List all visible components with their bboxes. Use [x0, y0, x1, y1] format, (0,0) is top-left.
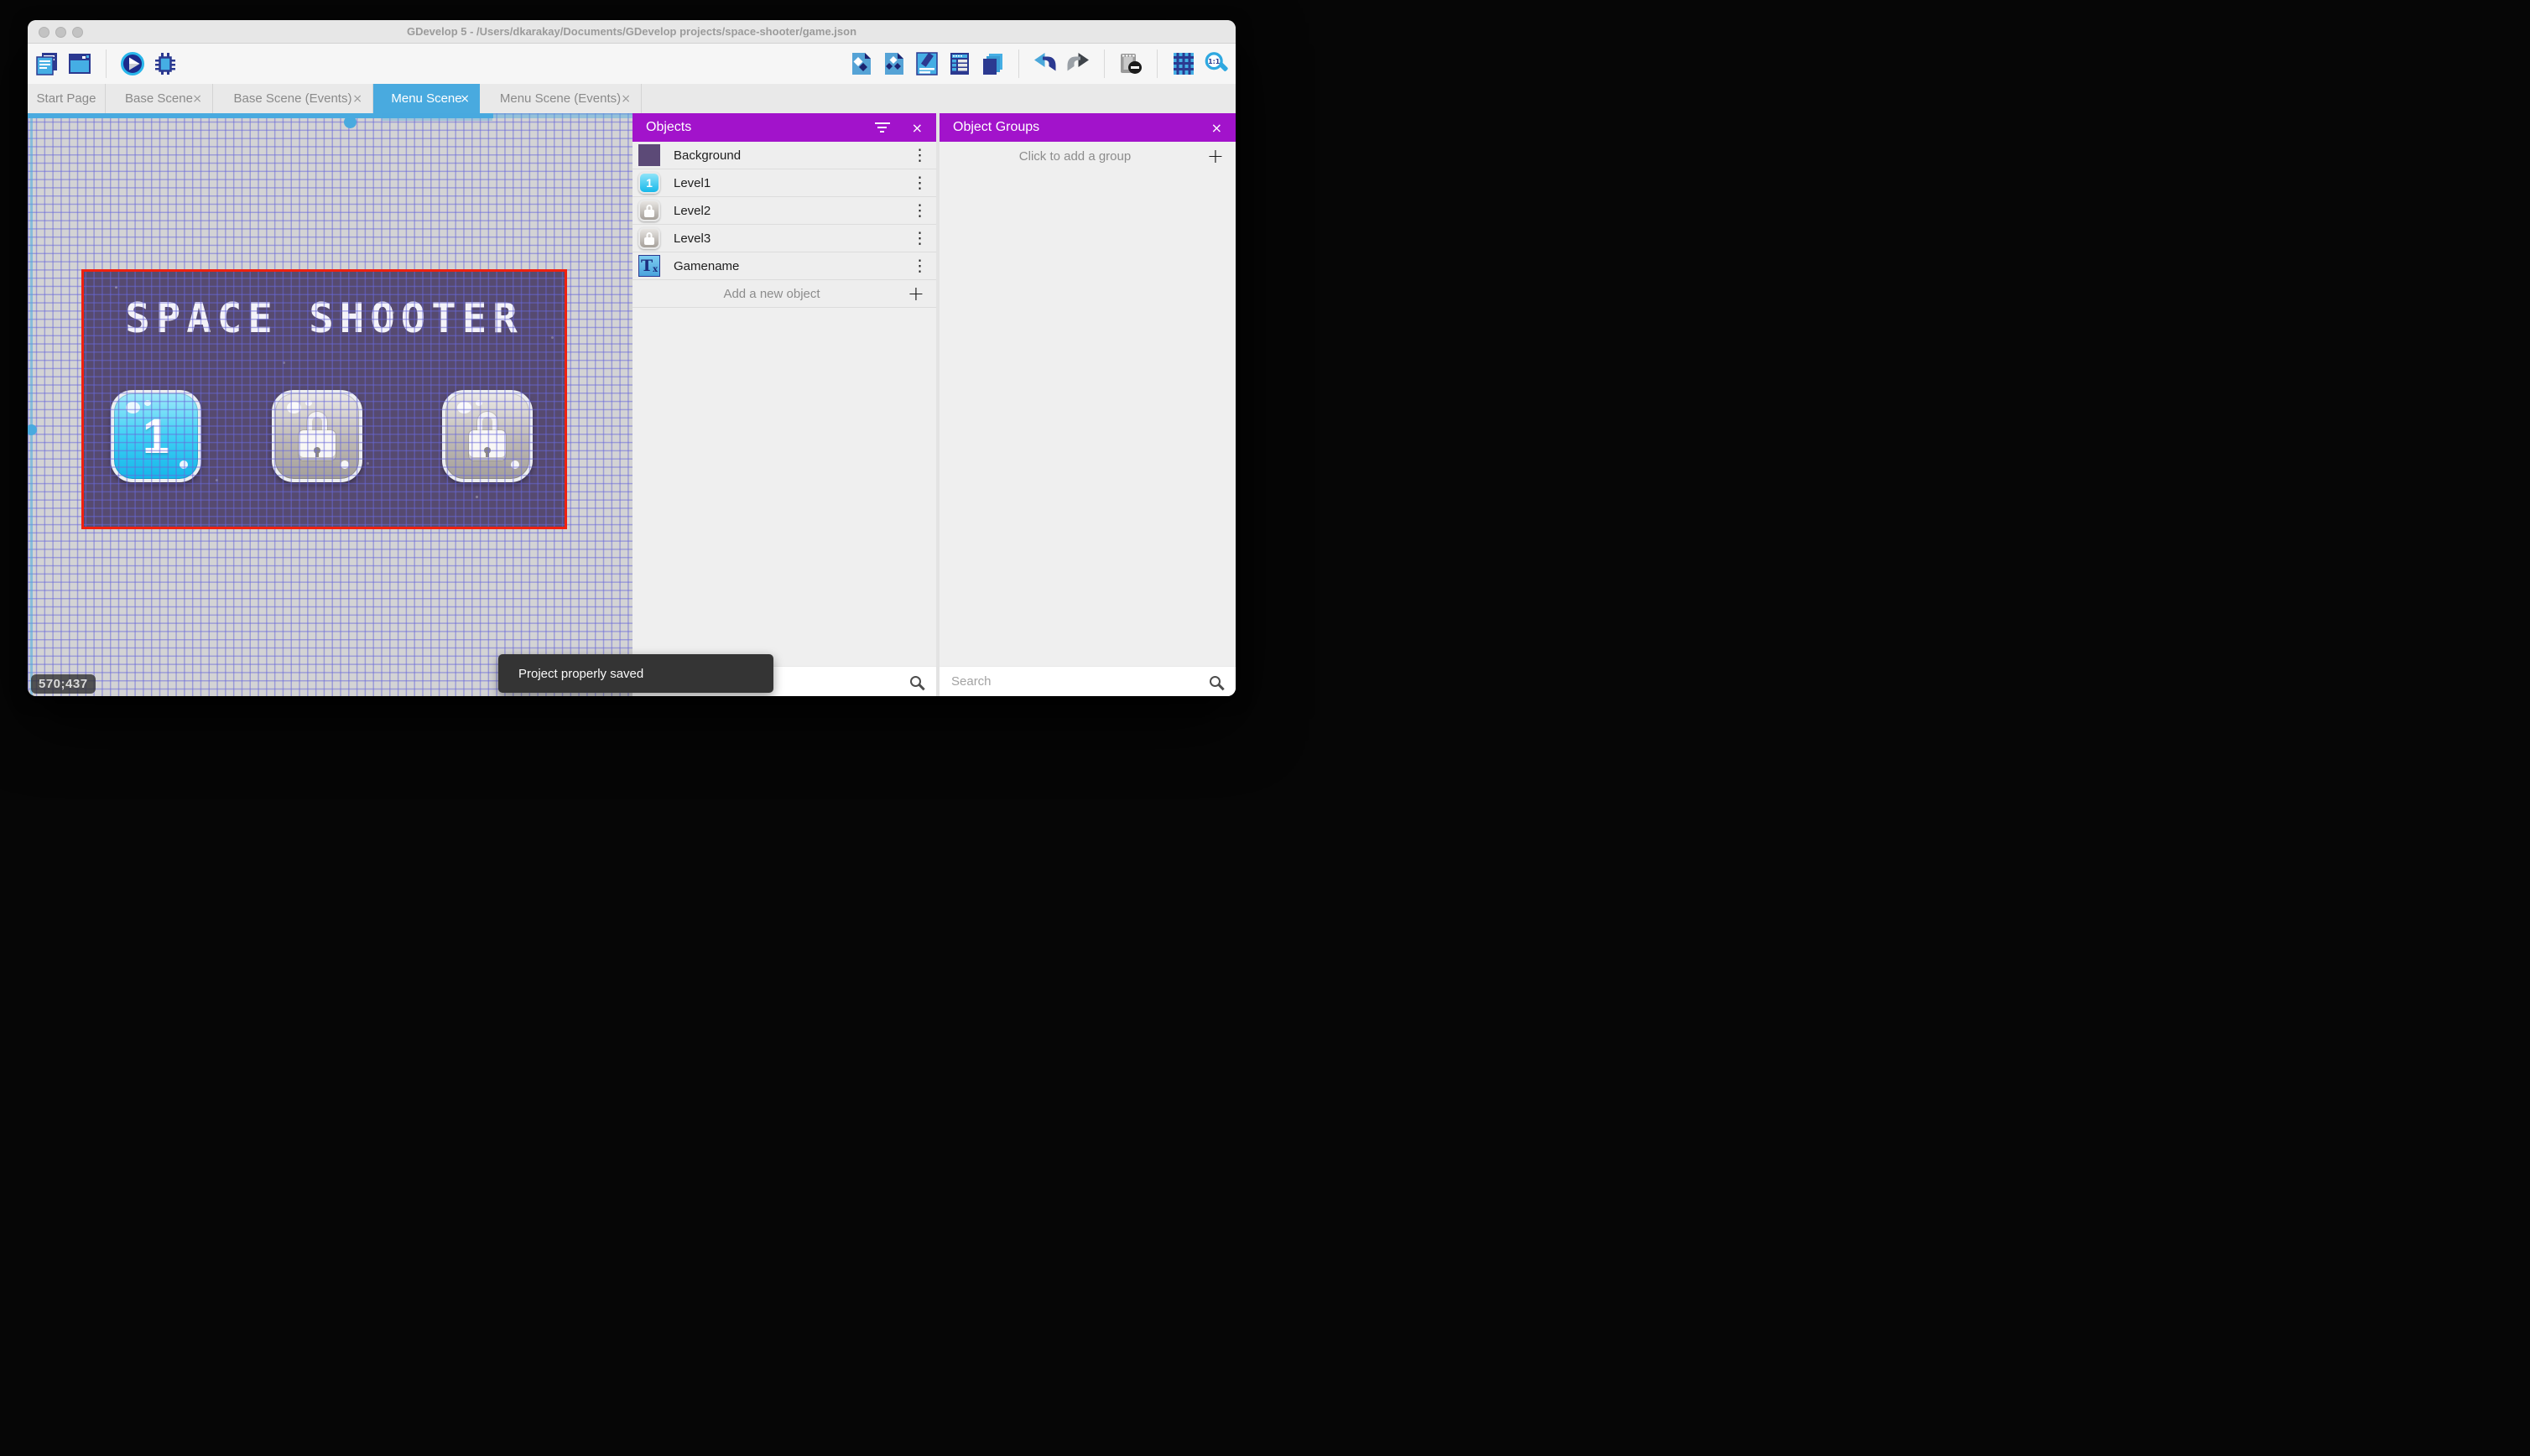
toolbar-separator — [1018, 49, 1019, 78]
object-menu-icon[interactable]: ⋮ — [912, 147, 928, 164]
objects-panel: Objects × Background ⋮ 1 Level1 ⋮ Level2… — [632, 113, 936, 696]
window-title: GDevelop 5 - /Users/dkarakay/Documents/G… — [406, 25, 857, 38]
search-icon[interactable] — [1210, 676, 1221, 687]
add-new-object-button[interactable]: Add a new object + — [632, 280, 936, 308]
game-title-text[interactable]: SPACE SHOOTER — [81, 294, 567, 342]
selection-left-edge — [30, 113, 33, 696]
lock-icon — [469, 412, 506, 460]
editor-tabbar: Start Page Base Scene × Base Scene (Even… — [28, 84, 1236, 113]
tab-start-page[interactable]: Start Page — [28, 84, 106, 113]
level2-button-instance[interactable] — [272, 390, 362, 482]
object-groups-editor-icon[interactable] — [882, 51, 907, 76]
zoom-window-button[interactable] — [72, 26, 83, 38]
close-icon[interactable]: × — [912, 120, 923, 136]
gdevelop-window: GDevelop 5 - /Users/dkarakay/Documents/G… — [28, 20, 1236, 696]
titlebar: GDevelop 5 - /Users/dkarakay/Documents/G… — [28, 20, 1236, 44]
objects-panel-title: Objects — [646, 120, 692, 134]
object-row-gamename[interactable]: Tx Gamename ⋮ — [632, 252, 936, 280]
toast-message: Project properly saved — [518, 666, 644, 681]
groups-search-input[interactable] — [951, 674, 1210, 689]
lock-icon — [644, 205, 654, 217]
lock-icon — [299, 412, 336, 460]
scene-editor-icon[interactable] — [67, 51, 92, 76]
layers-icon[interactable] — [980, 51, 1005, 76]
instances-list-icon[interactable] — [947, 51, 972, 76]
selection-resize-handle[interactable] — [344, 116, 357, 128]
selection-top-overlay — [382, 113, 492, 121]
tab-base-scene-events[interactable]: Base Scene (Events) × — [213, 84, 373, 113]
tab-close-icon[interactable]: × — [192, 92, 202, 106]
zoom-one-to-one-icon[interactable]: 1:1 — [1204, 51, 1229, 76]
cursor-coordinates-badge: 570;437 — [31, 674, 96, 694]
level1-object-icon: 1 — [638, 172, 660, 194]
selection-top-edge-faded — [493, 113, 632, 118]
toolbar-left-group — [34, 49, 178, 78]
plus-icon: + — [1206, 144, 1224, 168]
groups-search-row — [940, 666, 1236, 696]
lock-icon — [644, 232, 654, 245]
object-groups-panel-title: Object Groups — [953, 120, 1040, 134]
scene-background-instance[interactable]: SPACE SHOOTER 1 — [81, 269, 567, 529]
tab-menu-scene-events[interactable]: Menu Scene (Events) × — [480, 84, 642, 113]
object-groups-panel-header: Object Groups × — [940, 113, 1236, 142]
undo-icon[interactable] — [1033, 51, 1058, 76]
close-icon[interactable]: × — [1211, 120, 1222, 136]
search-icon[interactable] — [910, 676, 921, 687]
object-menu-icon[interactable]: ⋮ — [912, 202, 928, 219]
toolbar-separator — [1104, 49, 1105, 78]
close-window-button[interactable] — [39, 26, 49, 38]
object-menu-icon[interactable]: ⋮ — [912, 230, 928, 247]
tab-close-icon[interactable]: × — [621, 92, 631, 106]
objects-editor-icon[interactable] — [849, 51, 874, 76]
play-preview-icon[interactable] — [120, 51, 145, 76]
tab-close-icon[interactable]: × — [352, 92, 362, 106]
svg-text:1:1: 1:1 — [1208, 58, 1220, 65]
snackbar-toast: Project properly saved — [498, 654, 773, 693]
project-manager-icon[interactable] — [34, 51, 60, 76]
object-row-level2[interactable]: Level2 ⋮ — [632, 197, 936, 225]
toggle-grid-icon[interactable] — [1171, 51, 1196, 76]
filter-icon[interactable] — [874, 120, 890, 135]
objects-list: Background ⋮ 1 Level1 ⋮ Level2 ⋮ Level3 … — [632, 142, 936, 308]
gamename-text-object-icon: Tx — [638, 255, 660, 277]
editor-content: SPACE SHOOTER 1 570;437 Objects × Backgr… — [28, 113, 1236, 696]
object-row-level3[interactable]: Level3 ⋮ — [632, 225, 936, 252]
tab-menu-scene[interactable]: Menu Scene × — [373, 84, 480, 113]
toggle-mask-icon[interactable] — [1118, 51, 1143, 76]
toolbar-separator — [1157, 49, 1158, 78]
debug-icon[interactable] — [153, 51, 178, 76]
traffic-lights — [39, 26, 83, 38]
scene-canvas[interactable]: SPACE SHOOTER 1 570;437 — [28, 113, 632, 696]
objects-panel-header: Objects × — [632, 113, 936, 142]
background-object-icon — [638, 144, 660, 166]
level3-object-icon — [638, 227, 660, 249]
main-toolbar: 1:1 — [28, 44, 1236, 84]
toolbar-separator — [106, 49, 107, 78]
tab-base-scene[interactable]: Base Scene × — [106, 84, 213, 113]
level1-button-instance[interactable]: 1 — [111, 390, 201, 482]
object-groups-panel: Object Groups × Click to add a group + — [940, 113, 1236, 696]
object-row-background[interactable]: Background ⋮ — [632, 142, 936, 169]
redo-icon[interactable] — [1065, 51, 1091, 76]
star-decoration — [115, 286, 117, 289]
minimize-window-button[interactable] — [55, 26, 66, 38]
level2-object-icon — [638, 200, 660, 221]
toolbar-right-group: 1:1 — [849, 49, 1229, 78]
plus-icon: + — [907, 282, 924, 305]
object-row-level1[interactable]: 1 Level1 ⋮ — [632, 169, 936, 197]
level3-button-instance[interactable] — [442, 390, 533, 482]
object-menu-icon[interactable]: ⋮ — [912, 257, 928, 274]
properties-icon[interactable] — [914, 51, 940, 76]
add-group-button[interactable]: Click to add a group + — [940, 142, 1236, 170]
object-menu-icon[interactable]: ⋮ — [912, 174, 928, 191]
selection-left-handle[interactable] — [28, 424, 37, 435]
tab-close-icon[interactable]: × — [460, 92, 470, 106]
